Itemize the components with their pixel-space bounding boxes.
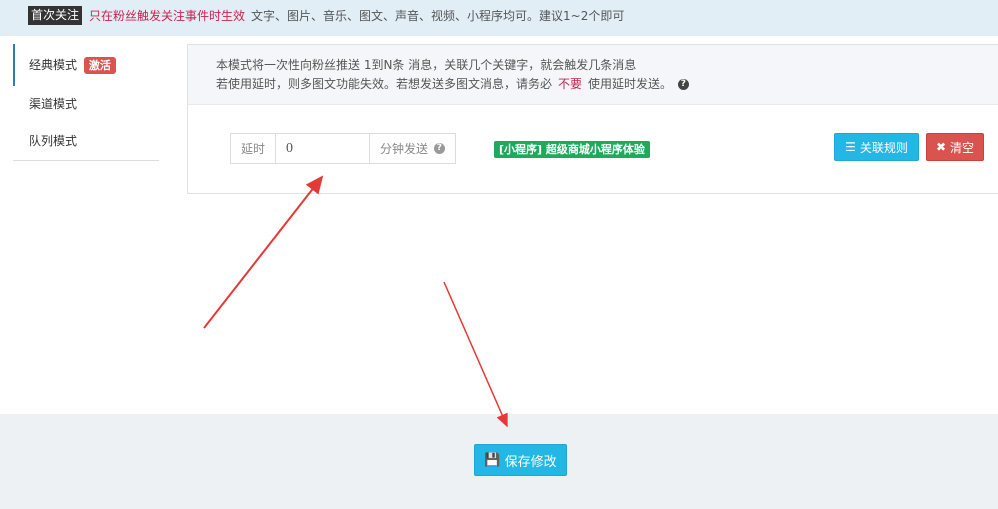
clear-button[interactable]: ✖ 清空 [926, 133, 984, 161]
help-icon[interactable]: ? [677, 79, 689, 90]
help-icon[interactable]: ? [433, 143, 445, 154]
sidebar-item-label: 经典模式 [29, 58, 78, 72]
delay-suffix: 分钟发送 ? [370, 133, 456, 164]
arrow-to-delay-input [203, 175, 324, 329]
description-line-1: 本模式将一次性向粉丝推送 1到N条 消息，关联几个关键字，就会触发几条消息 [216, 58, 637, 72]
save-icon: 💾 [484, 452, 501, 468]
close-icon: ✖ [935, 140, 947, 154]
save-button[interactable]: 💾 保存修改 [474, 444, 567, 476]
list-icon: ☰ [845, 140, 856, 154]
miniapp-label[interactable]: [小程序] 超级商城小程序体验 [494, 141, 650, 158]
sidebar-item-label: 队列模式 [29, 134, 78, 148]
notice-text: 文字、图片、音乐、图文、声音、视频、小程序均可。建议1~2个即可 [251, 9, 625, 23]
active-badge: 激活 [83, 57, 116, 74]
link-rule-button[interactable]: ☰ 关联规则 [834, 133, 919, 161]
sidebar-item-label: 渠道模式 [29, 97, 78, 111]
panel-description: 本模式将一次性向粉丝推送 1到N条 消息，关联几个关键字，就会触发几条消息 若使… [188, 45, 998, 105]
mode-sidebar: 经典模式 激活 渠道模式 队列模式 [13, 44, 159, 161]
sidebar-item-classic[interactable]: 经典模式 激活 [13, 44, 159, 86]
description-line-2: 若使用延时，则多图文功能失效。若想发送多图文消息，请务必 不要 使用延时发送。 ? [216, 75, 998, 94]
delay-prefix: 延时 [230, 133, 276, 164]
reply-panel: 本模式将一次性向粉丝推送 1到N条 消息，关联几个关键字，就会触发几条消息 若使… [187, 44, 998, 194]
sidebar-item-channel[interactable]: 渠道模式 [13, 86, 159, 123]
footer-bar: 💾 保存修改 [0, 414, 998, 509]
notice-bar: 首次关注 只在粉丝触发关注事件时生效 文字、图片、音乐、图文、声音、视频、小程序… [0, 0, 998, 36]
arrow-to-save-button [443, 281, 508, 428]
first-follow-tag: 首次关注 [28, 6, 83, 25]
sidebar-item-queue[interactable]: 队列模式 [13, 123, 159, 161]
delay-input-group: 延时 分钟发送 ? [230, 133, 456, 164]
notice-warning: 只在粉丝触发关注事件时生效 [89, 9, 246, 23]
no-emphasis: 不要 [558, 77, 583, 91]
delay-minutes-input[interactable] [275, 133, 371, 164]
